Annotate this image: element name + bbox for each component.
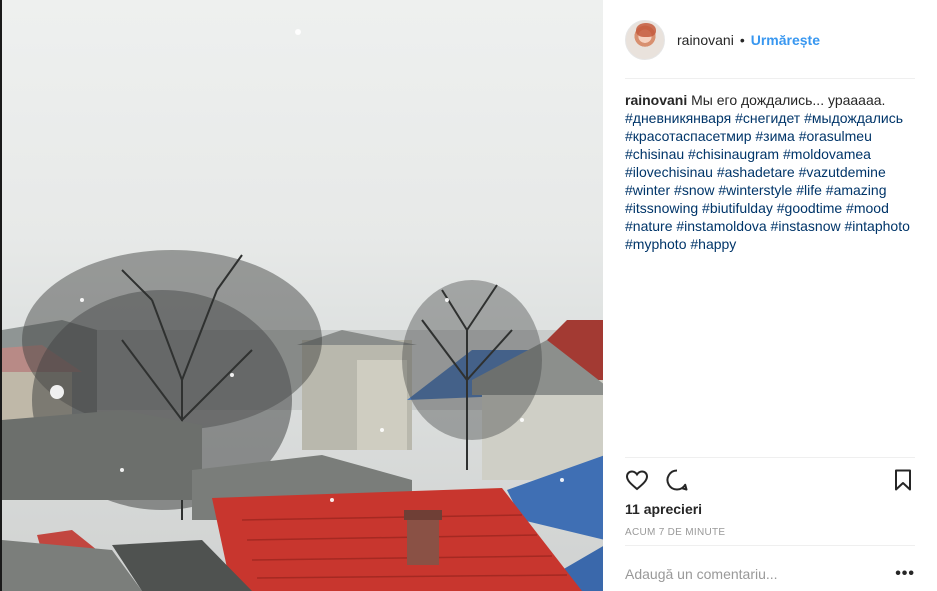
hashtag-link[interactable]: #снегидет [735, 110, 800, 126]
hashtag-link[interactable]: #happy [690, 236, 736, 252]
more-options-icon[interactable]: ••• [895, 565, 915, 582]
caption-text: Мы его дождались... урааааа. [691, 92, 886, 108]
hashtag-link[interactable]: #ashadetare [717, 164, 795, 180]
heart-icon[interactable] [625, 468, 651, 492]
hashtag-link[interactable]: #life [796, 182, 822, 198]
comment-bar: ••• [625, 556, 915, 591]
hashtag-link[interactable]: #красотаспасетмир [625, 128, 752, 144]
hashtag-link[interactable]: #chisinaugram [688, 146, 779, 162]
hashtag-link[interactable]: #goodtime [777, 200, 842, 216]
post-header: rainovani • Urmărește [625, 20, 915, 60]
hashtag-link[interactable]: #orasulmeu [799, 128, 872, 144]
comment-input[interactable] [625, 565, 865, 582]
hashtag-link[interactable]: #itssnowing [625, 200, 698, 216]
likes-count[interactable]: 11 aprecieri [625, 501, 702, 517]
hashtag-link[interactable]: #amazing [826, 182, 887, 198]
comment-icon[interactable] [665, 468, 691, 492]
bookmark-icon[interactable] [891, 468, 917, 492]
hashtag-link[interactable]: #ilovechisinau [625, 164, 713, 180]
hashtag-link[interactable]: #дневникянваря [625, 110, 731, 126]
follow-button[interactable]: Urmărește [751, 32, 820, 48]
post-sidebar: rainovani • Urmărește rainovani Мы его д… [603, 0, 937, 591]
hashtag-link[interactable]: #biutifulday [702, 200, 773, 216]
hashtag-link[interactable]: #instasnow [771, 218, 841, 234]
hashtag-link[interactable]: #myphoto [625, 236, 686, 252]
hashtag-link[interactable]: #instamoldova [676, 218, 766, 234]
actions-divider [625, 457, 915, 458]
hashtag-link[interactable]: #мыдождались [804, 110, 903, 126]
hashtag-link[interactable]: #moldovamea [783, 146, 871, 162]
hashtag-link[interactable]: #nature [625, 218, 672, 234]
hashtag-link[interactable]: #intaphoto [844, 218, 909, 234]
hashtag-link[interactable]: #mood [846, 200, 889, 216]
post-actions [625, 468, 915, 492]
avatar[interactable] [625, 20, 665, 60]
hashtag-link[interactable]: #chisinau [625, 146, 684, 162]
header-divider [625, 78, 915, 79]
post-caption: rainovani Мы его дождались... урааааа. #… [625, 91, 915, 253]
post-photo[interactable] [0, 0, 603, 591]
caption-hashtags: #дневникянваря #снегидет #мыдождались #к… [625, 110, 910, 252]
comment-divider [625, 545, 915, 546]
caption-author-link[interactable]: rainovani [625, 92, 687, 108]
username-link[interactable]: rainovani [677, 32, 734, 48]
snowy-rooftops-image [2, 29, 603, 591]
hashtag-link[interactable]: #snow [674, 182, 714, 198]
hashtag-link[interactable]: #vazutdemine [799, 164, 886, 180]
hashtag-link[interactable]: #зима [755, 128, 794, 144]
post-timestamp: ACUM 7 DE MINUTE [625, 527, 726, 538]
hashtag-link[interactable]: #winterstyle [718, 182, 792, 198]
hashtag-link[interactable]: #winter [625, 182, 670, 198]
separator-dot: • [739, 32, 745, 48]
